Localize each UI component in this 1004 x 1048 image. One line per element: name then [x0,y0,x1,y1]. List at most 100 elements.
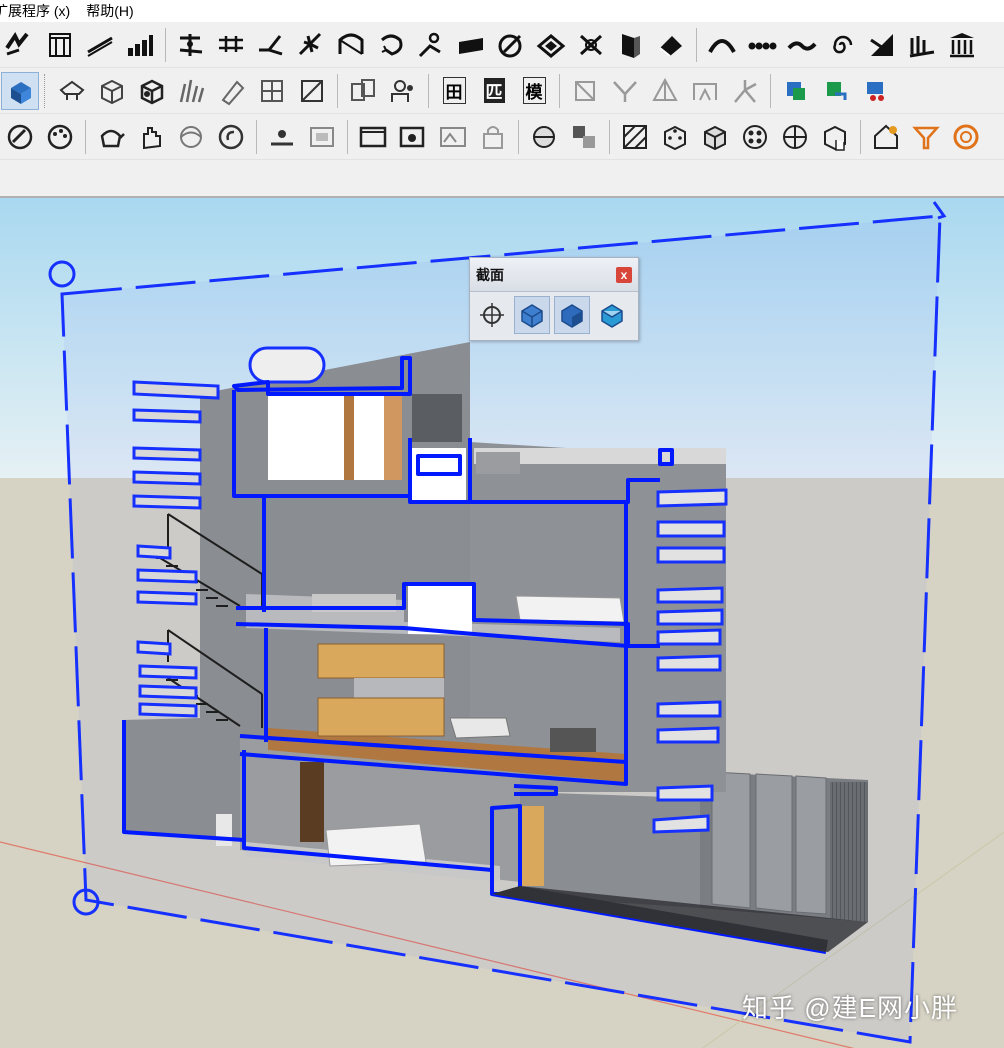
stairs-icon[interactable] [81,26,119,64]
ground-door [300,762,324,842]
palette-icon[interactable] [41,118,79,156]
bars-icon[interactable] [903,26,941,64]
export-b-icon[interactable] [817,72,855,110]
box-paint-icon[interactable] [133,72,171,110]
axis-icon[interactable] [172,26,210,64]
select-cube-icon[interactable] [1,71,39,110]
eraser-icon[interactable] [652,26,690,64]
menu-extensions[interactable]: 扩展程序 (x) [0,0,78,22]
teapot-icon[interactable] [92,118,130,156]
top-room-door-jamb [344,394,354,480]
separator [696,27,697,62]
sphere-icon[interactable] [525,118,563,156]
export-a-icon[interactable] [777,72,815,110]
cube-hand-icon[interactable] [816,118,854,156]
curve-icon[interactable] [703,26,741,64]
columns-icon[interactable] [943,26,981,64]
cube-a-icon[interactable] [656,118,694,156]
separator [165,27,166,62]
texture-icon[interactable] [616,118,654,156]
window-icon[interactable] [354,118,392,156]
shade-icon[interactable] [172,118,210,156]
toolbar-handle[interactable] [44,73,48,108]
text-ba-icon[interactable]: 模 [515,72,553,110]
section-plane-icon[interactable] [474,296,510,334]
mid-core-white [408,584,472,634]
box-icon[interactable] [93,72,131,110]
copy-icon[interactable] [572,26,610,64]
door-icon[interactable] [612,26,650,64]
split-icon[interactable] [606,72,644,110]
cube-b-icon[interactable] [696,118,734,156]
spiral-icon[interactable] [823,26,861,64]
export-c-icon[interactable] [857,72,895,110]
ring-icon[interactable] [947,118,985,156]
camera-icon[interactable] [53,72,91,110]
ortho-icon[interactable] [566,72,604,110]
separator [428,73,429,108]
upper-bed [515,595,625,623]
separator [337,73,338,108]
face-icon[interactable] [686,72,724,110]
separator [559,73,560,108]
text-ce-icon[interactable]: 匹 [475,72,513,110]
section-fill-icon[interactable] [594,296,630,334]
dining-table [449,717,511,739]
arch-icon[interactable] [332,26,370,64]
cut-icon[interactable] [863,26,901,64]
pencil-icon[interactable] [213,72,251,110]
top-room-panel-white-2 [354,394,384,480]
display-cuts-icon[interactable] [514,296,550,334]
duplicate-icon[interactable] [565,118,603,156]
person-icon[interactable] [412,26,450,64]
house-gear-icon[interactable] [867,118,905,156]
ball-b-icon[interactable] [776,118,814,156]
style-icon[interactable] [1,118,39,156]
separator [85,119,86,154]
grid-icon[interactable] [253,72,291,110]
frame-icon[interactable] [303,118,341,156]
grass-icon[interactable] [173,72,211,110]
fold-icon[interactable] [293,72,331,110]
annex-panel [830,782,868,922]
tripod-icon[interactable] [726,72,764,110]
diamond-icon[interactable] [532,26,570,64]
ball-icon[interactable] [736,118,774,156]
pyramid-icon[interactable] [646,72,684,110]
toolbar-row-2: 田 匹 模 [0,68,1004,114]
close-icon[interactable]: x [616,266,632,283]
people-icon[interactable] [384,72,422,110]
lock-icon[interactable] [474,118,512,156]
kitchen-upper-cabinets [317,643,445,679]
annex-doors [711,771,827,915]
window-export-icon[interactable] [394,118,432,156]
undo-icon[interactable] [212,118,250,156]
separator [860,119,861,154]
target-icon[interactable] [492,26,530,64]
menubar: 扩展程序 (x) 帮助(H) [0,0,1004,22]
freehand-icon[interactable] [1,26,39,64]
rotate-icon[interactable] [372,26,410,64]
image-icon[interactable] [434,118,472,156]
toolbar-row-1 [0,22,1004,68]
section-panel-titlebar[interactable]: 截面 x [470,258,638,292]
tree-icon[interactable] [292,26,330,64]
display-planes-icon[interactable] [554,296,590,334]
funnel-icon[interactable] [907,118,945,156]
bend-icon[interactable] [252,26,290,64]
slab-icon[interactable] [452,26,490,64]
separator [347,119,348,154]
wave-icon[interactable] [783,26,821,64]
menu-help[interactable]: 帮助(H) [78,0,141,22]
top-room-panel-white [268,394,344,480]
components-icon[interactable] [344,72,382,110]
top-room-wood-panel [384,394,402,480]
text-field-icon[interactable]: 田 [435,72,473,110]
column-icon[interactable] [41,26,79,64]
bar-steps-icon[interactable] [121,26,159,64]
toolbar-row-3 [0,114,1004,160]
dots-icon[interactable] [743,26,781,64]
hand-icon[interactable] [132,118,170,156]
parallel-lines-icon[interactable] [212,26,250,64]
ground-icon[interactable] [263,118,301,156]
